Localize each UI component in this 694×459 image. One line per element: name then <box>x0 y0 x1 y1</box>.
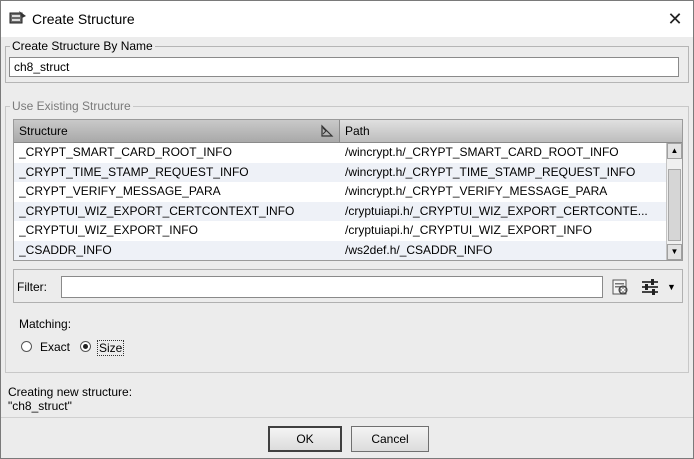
path-cell: /wincrypt.h/_CRYPT_VERIFY_MESSAGE_PARA <box>345 184 608 198</box>
path-cell: /ws2def.h/_CSADDR_INFO <box>345 242 493 257</box>
close-button[interactable]: ✕ <box>663 7 687 31</box>
table-scrollbar[interactable]: ▲ ▼ <box>666 143 682 260</box>
structure-table: Structure Path _CRYPT_SMART_CARD_ROOT_IN… <box>13 119 683 261</box>
status-message: Creating new structure: "ch8_struct" <box>8 385 132 413</box>
table-row[interactable]: _CRYPT_SMART_CARD_ROOT_INFO /wincrypt.h/… <box>14 143 666 163</box>
exact-radio-label[interactable]: Exact <box>40 340 70 354</box>
table-row[interactable]: _CRYPTUI_WIZ_EXPORT_CERTCONTEXT_INFO /cr… <box>14 201 666 221</box>
table-header: Structure Path <box>14 120 682 143</box>
exact-radio[interactable] <box>21 341 32 352</box>
create-structure-dialog: Create Structure ✕ Create Structure By N… <box>0 0 694 459</box>
create-by-name-legend: Create Structure By Name <box>12 39 153 53</box>
filter-label: Filter: <box>17 280 47 294</box>
structure-name-input[interactable] <box>9 57 679 77</box>
structure-cell: _CRYPTUI_WIZ_EXPORT_INFO <box>19 223 198 237</box>
size-radio-label[interactable]: Size <box>97 340 125 356</box>
column-header-structure[interactable]: Structure <box>14 120 340 142</box>
matching-label: Matching: <box>19 317 72 331</box>
size-radio[interactable] <box>80 341 91 352</box>
table-row[interactable]: _CSADDR_INFO /ws2def.h/_CSADDR_INFO <box>14 240 666 260</box>
table-row[interactable]: _CRYPTUI_WIZ_EXPORT_INFO /cryptuiapi.h/_… <box>14 221 666 241</box>
scroll-up-icon[interactable]: ▲ <box>667 143 682 159</box>
cancel-button[interactable]: Cancel <box>351 426 429 452</box>
title-bar: Create Structure ✕ <box>1 1 693 37</box>
path-cell: /cryptuiapi.h/_CRYPTUI_WIZ_EXPORT_INFO <box>345 223 592 237</box>
filter-options-icon[interactable] <box>641 279 659 295</box>
structure-cell: _CSADDR_INFO <box>19 242 112 257</box>
path-cell: /wincrypt.h/_CRYPT_SMART_CARD_ROOT_INFO <box>345 145 619 159</box>
use-existing-legend: Use Existing Structure <box>12 99 131 113</box>
table-body: _CRYPT_SMART_CARD_ROOT_INFO /wincrypt.h/… <box>14 143 666 260</box>
status-line-1: Creating new structure: <box>8 385 133 399</box>
ok-button[interactable]: OK <box>268 426 342 452</box>
window-title: Create Structure <box>32 11 135 27</box>
path-cell: /wincrypt.h/_CRYPT_TIME_STAMP_REQUEST_IN… <box>345 164 636 179</box>
column-header-path[interactable]: Path <box>340 120 664 142</box>
clear-filter-icon[interactable] <box>611 278 629 296</box>
divider <box>1 417 693 418</box>
filter-input[interactable] <box>61 276 603 298</box>
scroll-thumb[interactable] <box>668 169 681 241</box>
status-line-2: "ch8_struct" <box>8 399 72 413</box>
dropdown-arrow-icon[interactable]: ▼ <box>667 282 676 292</box>
structure-cell: _CRYPT_TIME_STAMP_REQUEST_INFO <box>19 164 249 179</box>
structure-cell: _CRYPT_SMART_CARD_ROOT_INFO <box>19 145 232 159</box>
path-cell: /cryptuiapi.h/_CRYPTUI_WIZ_EXPORT_CERTCO… <box>345 203 648 218</box>
structure-cell: _CRYPTUI_WIZ_EXPORT_CERTCONTEXT_INFO <box>19 203 295 218</box>
table-row[interactable]: _CRYPT_TIME_STAMP_REQUEST_INFO /wincrypt… <box>14 162 666 182</box>
scroll-down-icon[interactable]: ▼ <box>667 244 682 260</box>
structure-cell: _CRYPT_VERIFY_MESSAGE_PARA <box>19 184 221 198</box>
table-row[interactable]: _CRYPT_VERIFY_MESSAGE_PARA /wincrypt.h/_… <box>14 182 666 202</box>
sort-icon[interactable] <box>320 124 334 138</box>
structure-icon <box>9 11 26 24</box>
